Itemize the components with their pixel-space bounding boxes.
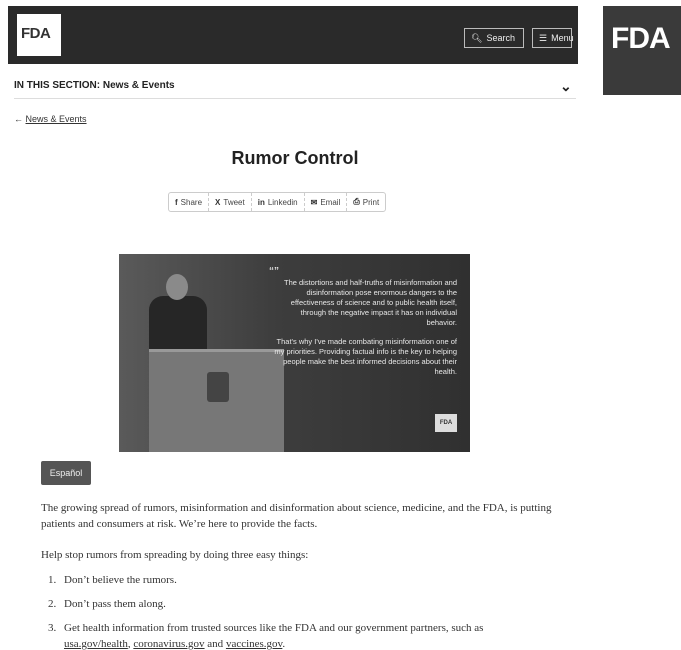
site-header: FDA 🔍︎ Search ☰ Menu <box>8 6 578 64</box>
list-item-text-main: Get health information from trusted sour… <box>64 622 484 634</box>
section-nav-toggle[interactable]: IN THIS SECTION: News & Events ⌄ <box>14 78 576 96</box>
menu-button[interactable]: ☰ Menu <box>532 28 574 48</box>
steps-list: 1. Don’t believe the rumors. 2. Don’t pa… <box>48 572 568 650</box>
list-item: 1. Don’t believe the rumors. <box>48 572 568 588</box>
search-button[interactable]: 🔍︎ Search <box>464 28 524 48</box>
share-email-button[interactable]: ✉ Email <box>305 193 348 211</box>
page-title: Rumor Control <box>231 148 359 168</box>
menu-icon: ☰ <box>539 32 548 43</box>
share-linkedin-label: Linkedin <box>267 197 298 207</box>
list-item-and: and <box>207 638 224 650</box>
list-item-number: 2. <box>48 598 57 610</box>
list-item-sep: , <box>127 638 131 650</box>
list-item-number: 1. <box>48 574 57 586</box>
arrow-left-icon: ← <box>14 114 23 124</box>
share-twitter-button[interactable]: X Tweet <box>209 193 252 211</box>
side-fda-logo-text: FDA <box>611 22 671 55</box>
intro-paragraph: The growing spread of rumors, misinforma… <box>41 502 552 530</box>
breadcrumb-back-label: News & Events <box>25 114 87 124</box>
vaccines-gov-link[interactable]: vaccines.gov <box>226 638 282 650</box>
podium-seal <box>207 372 229 402</box>
chevron-down-icon: ⌄ <box>560 78 572 94</box>
fda-logo-text: FDA <box>21 25 51 42</box>
list-item-text: Don’t pass them along. <box>64 598 166 610</box>
facebook-icon: f <box>175 197 178 207</box>
share-linkedin-button[interactable]: in Linkedin <box>252 193 305 211</box>
instructions-paragraph: Help stop rumors from spreading by doing… <box>41 549 309 561</box>
email-icon: ✉ <box>310 197 318 207</box>
list-item-text: Don’t believe the rumors. <box>64 574 177 586</box>
usa-gov-health-link[interactable]: usa.gov/health <box>64 638 128 650</box>
espanol-button[interactable]: Español <box>41 461 91 485</box>
hero-quote: The distortions and half-truths of misin… <box>269 278 457 386</box>
share-email-label: Email <box>320 197 341 207</box>
share-print-label: Print <box>362 197 380 207</box>
quote-mark-icon: “” <box>269 266 279 277</box>
twitter-icon: X <box>215 197 221 207</box>
hero-quote-p1: The distortions and half-truths of misin… <box>283 278 457 327</box>
print-icon: ⎙ <box>353 197 360 206</box>
section-label: IN THIS SECTION: News & Events <box>14 80 175 91</box>
list-item-number: 3. <box>48 622 57 634</box>
menu-button-label: Menu <box>551 33 574 43</box>
search-icon: 🔍︎ <box>471 32 483 43</box>
share-twitter-label: Tweet <box>223 197 245 207</box>
list-item-text: Get health information from trusted sour… <box>64 620 483 650</box>
hero-image: “” The distortions and half-truths of mi… <box>119 254 470 452</box>
list-item-end: . <box>282 638 286 650</box>
hero-fda-badge: FDA <box>435 414 457 432</box>
list-item: 2. Don’t pass them along. <box>48 596 568 612</box>
speaker-head <box>166 274 188 300</box>
share-toolbar: f Share X Tweet in Linkedin ✉ Email ⎙ Pr… <box>168 192 387 212</box>
list-item: 3. Get health information from trusted s… <box>48 620 568 650</box>
breadcrumb-back-link[interactable]: ← News & Events <box>14 114 87 124</box>
linkedin-icon: in <box>257 197 265 207</box>
coronavirus-gov-link[interactable]: coronavirus.gov <box>133 638 204 650</box>
fda-logo[interactable]: FDA <box>17 14 61 56</box>
share-print-button[interactable]: ⎙ Print <box>347 193 385 211</box>
side-fda-logo: FDA <box>603 6 681 95</box>
search-button-label: Search <box>486 33 515 43</box>
speaker-figure <box>149 296 207 356</box>
hero-quote-p2: That's why I've made combating misinform… <box>274 337 457 376</box>
share-facebook-button[interactable]: f Share <box>169 193 210 211</box>
share-facebook-label: Share <box>180 197 203 207</box>
section-divider <box>14 98 576 99</box>
